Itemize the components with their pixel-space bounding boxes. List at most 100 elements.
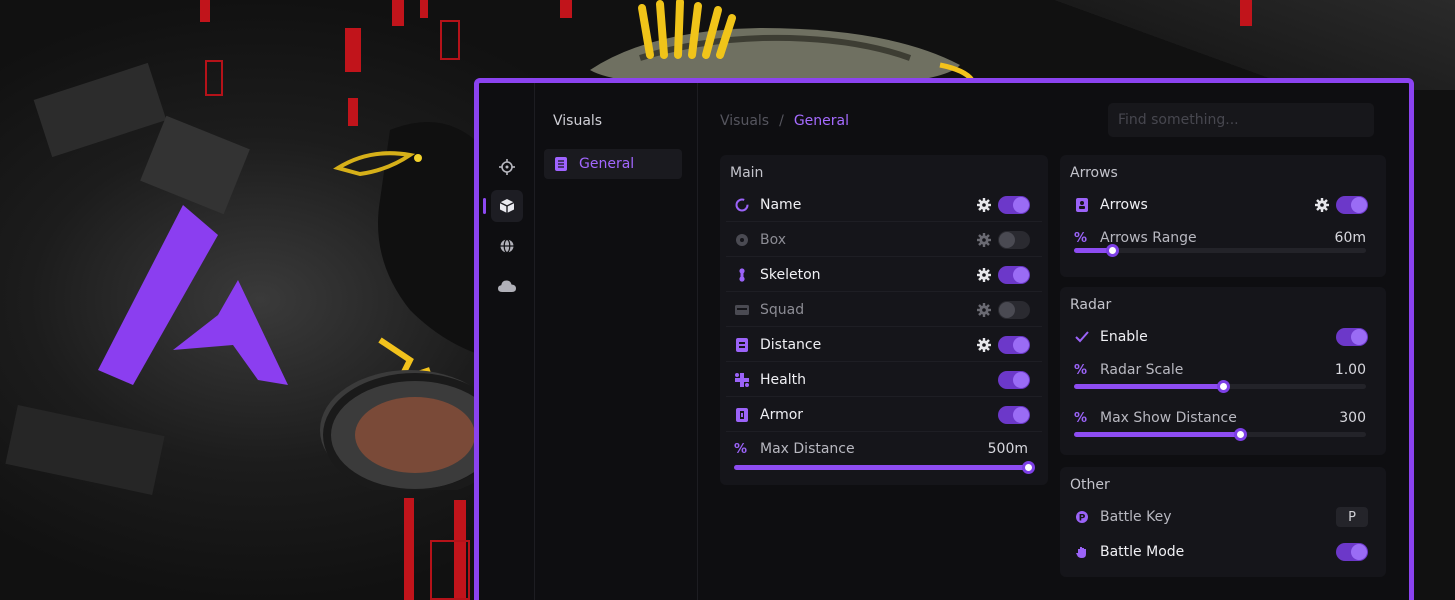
gear-icon[interactable]	[976, 267, 992, 283]
setting-label: Name	[760, 196, 802, 213]
slider-track[interactable]	[1074, 428, 1366, 441]
slider-label: Max Distance	[760, 441, 855, 457]
slider-thumb[interactable]	[1105, 244, 1119, 257]
slider-value: 60m	[1334, 230, 1366, 246]
setting-label: Battle Mode	[1100, 544, 1185, 560]
slider-thumb[interactable]	[1216, 380, 1230, 393]
crow-illustration	[320, 122, 500, 490]
red-glitch-strip	[200, 0, 210, 22]
gear-icon[interactable]	[976, 232, 992, 248]
armor-toggle[interactable]	[998, 405, 1030, 424]
health-toggle[interactable]	[998, 370, 1030, 389]
rail-cloud-button[interactable]	[491, 270, 523, 302]
rail-world-button[interactable]	[491, 230, 523, 262]
slider-label: Radar Scale	[1100, 362, 1184, 378]
setting-label: Box	[760, 231, 787, 248]
setting-label: Health	[760, 371, 806, 388]
max-show-distance-slider: % Max Show Distance 300	[1066, 407, 1380, 447]
arrows-range-slider: % Arrows Range 60m	[1066, 227, 1380, 267]
radar-scale-slider: % Radar Scale 1.00	[1066, 359, 1380, 399]
setting-label: Distance	[760, 336, 822, 353]
red-glitch-strip	[392, 0, 404, 26]
setting-row-health: Health	[726, 363, 1042, 397]
slider-fill	[1074, 384, 1223, 389]
gear-icon[interactable]	[976, 302, 992, 318]
distance-toggle[interactable]	[998, 335, 1030, 354]
slider-track[interactable]	[1074, 244, 1366, 257]
slider-fill	[1074, 432, 1241, 437]
card-icon	[734, 302, 750, 318]
percent-icon: %	[1074, 230, 1088, 246]
settings-window: Visuals General Visuals / General Main N…	[474, 78, 1414, 600]
nav-title: Visuals	[553, 113, 603, 129]
red-glitch-strip	[420, 0, 428, 18]
slider-thumb[interactable]	[1022, 461, 1035, 474]
arrows-card: Arrows Arrows % Arrows Range 60m	[1060, 155, 1386, 277]
brand-logo	[98, 205, 288, 385]
setting-row-distance: Distance	[726, 328, 1042, 362]
main-settings-card: Main Name Box Skeleton Squad Distance He…	[720, 155, 1048, 485]
name-toggle[interactable]	[998, 195, 1030, 214]
circle-icon	[734, 197, 750, 213]
battle-keybind-button[interactable]: P	[1336, 507, 1368, 527]
globe-icon	[500, 238, 514, 254]
breadcrumb-parent[interactable]: Visuals	[720, 113, 769, 129]
setting-row-arrows: Arrows	[1066, 188, 1380, 222]
battle-mode-toggle[interactable]	[1336, 543, 1368, 561]
check-icon	[1074, 329, 1090, 345]
person-icon	[1074, 197, 1090, 213]
key-icon: P	[1074, 509, 1090, 525]
slider-value: 500m	[987, 441, 1028, 457]
red-glitch-strip	[345, 28, 361, 72]
setting-row-enable: Enable	[1066, 320, 1380, 354]
card-title: Other	[1070, 477, 1110, 493]
radar-enable-toggle[interactable]	[1336, 328, 1368, 346]
card-title: Radar	[1070, 297, 1112, 313]
bone-icon	[734, 267, 750, 283]
setting-label: Squad	[760, 301, 805, 318]
card-title: Main	[730, 165, 764, 181]
slider-thumb[interactable]	[1234, 428, 1248, 441]
radar-card: Radar Enable % Radar Scale 1.00 % Max Sh…	[1060, 287, 1386, 455]
setting-label: Skeleton	[760, 266, 821, 283]
setting-label: Armor	[760, 406, 804, 423]
slider-track[interactable]	[1074, 380, 1366, 393]
setting-row-skeleton: Skeleton	[726, 258, 1042, 292]
rail-visuals-button[interactable]	[491, 190, 523, 222]
nav-item-label: General	[579, 156, 635, 172]
gear-icon[interactable]	[976, 337, 992, 353]
slider-value: 300	[1339, 410, 1366, 426]
red-glitch-outline	[440, 20, 460, 60]
setting-label: Battle Key	[1100, 509, 1172, 525]
card-title: Arrows	[1070, 165, 1118, 181]
armor-icon	[734, 407, 750, 423]
document-icon	[555, 157, 567, 171]
setting-row-armor: Armor	[726, 398, 1042, 432]
gear-icon[interactable]	[976, 197, 992, 213]
hand-icon	[1074, 544, 1090, 560]
slider-track[interactable]	[734, 461, 1035, 474]
crosshair-icon	[499, 159, 515, 175]
slider-label: Max Show Distance	[1100, 410, 1237, 426]
target-icon	[734, 232, 750, 248]
setting-label: Arrows	[1100, 197, 1148, 213]
max-distance-slider: % Max Distance 500m	[726, 438, 1042, 478]
search-input[interactable]	[1108, 103, 1374, 137]
arrows-toggle[interactable]	[1336, 196, 1368, 214]
setting-row-name: Name	[726, 188, 1042, 222]
squad-toggle[interactable]	[998, 300, 1030, 319]
nav-item-general[interactable]: General	[544, 149, 682, 179]
percent-icon: %	[1074, 410, 1088, 426]
box-toggle[interactable]	[998, 230, 1030, 249]
cube-icon	[499, 199, 515, 213]
cloud-icon	[498, 280, 516, 292]
slider-fill	[734, 465, 1028, 470]
setting-row-battle-key: P Battle Key P	[1066, 500, 1380, 534]
gear-icon[interactable]	[1314, 197, 1330, 213]
health-icon	[734, 372, 750, 388]
rail-aim-button[interactable]	[491, 151, 523, 183]
slider-value: 1.00	[1334, 362, 1366, 378]
setting-row-squad: Squad	[726, 293, 1042, 327]
skeleton-toggle[interactable]	[998, 265, 1030, 284]
breadcrumb-separator: /	[779, 113, 784, 129]
